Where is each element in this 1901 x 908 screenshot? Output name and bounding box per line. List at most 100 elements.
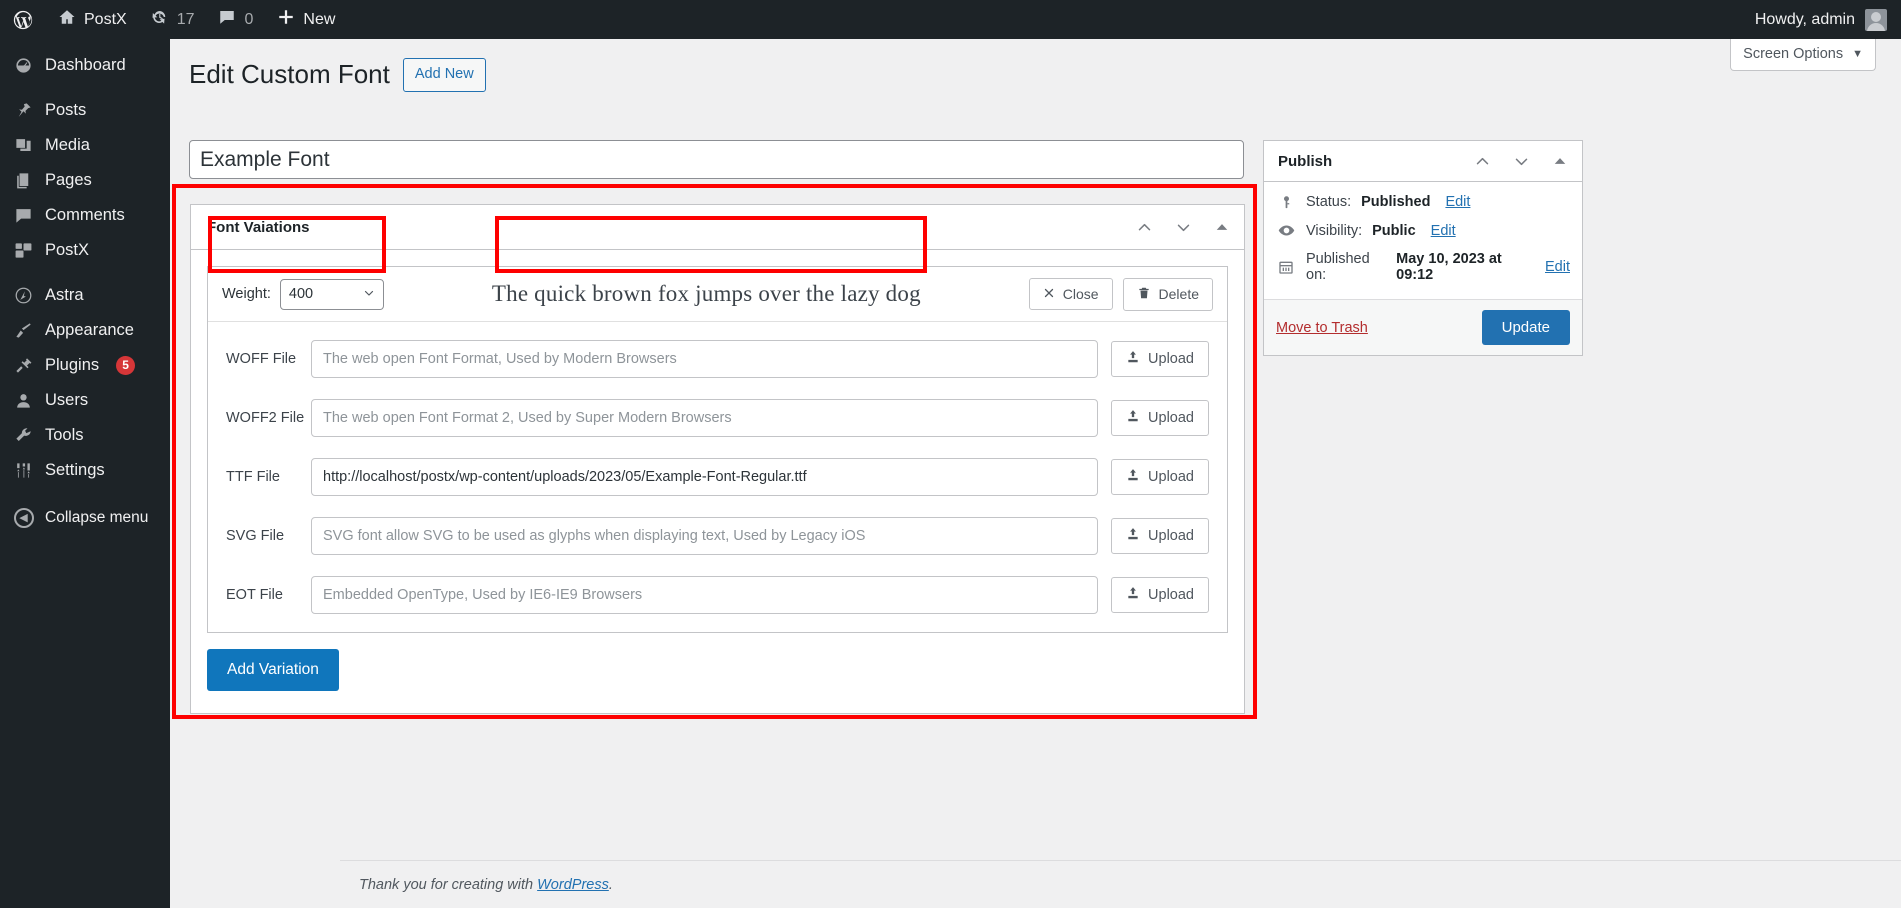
updates-icon: [151, 8, 169, 31]
admin-bar-left: PostX 17 0 New: [0, 0, 347, 39]
toggle-panel-icon[interactable]: [1212, 217, 1232, 237]
howdy-label[interactable]: Howdy, admin: [1755, 11, 1855, 29]
sidebar-item-astra[interactable]: Astra: [0, 278, 170, 313]
woff-file-input[interactable]: The web open Font Format, Used by Modern…: [311, 340, 1099, 378]
upload-ttf-button[interactable]: Upload: [1111, 459, 1209, 495]
comments-menu[interactable]: 0: [206, 0, 265, 39]
weight-control: Weight: 400: [222, 278, 384, 310]
publish-footer: Move to Trash Update: [1264, 299, 1582, 355]
sidebar-item-label: PostX: [45, 241, 90, 259]
sidebar-item-appearance[interactable]: Appearance: [0, 313, 170, 348]
file-placeholder: Embedded OpenType, Used by IE6-IE9 Brows…: [323, 587, 643, 603]
font-variations-metabox: Font Vaiations Weight: 400 The quick bro…: [190, 204, 1245, 714]
sidebar-item-media[interactable]: Media: [0, 128, 170, 163]
file-label: TTF File: [226, 469, 280, 485]
pin-icon: [13, 101, 34, 121]
edit-date-link[interactable]: Edit: [1545, 259, 1570, 275]
file-row-eot: EOT File Embedded OpenType, Used by IE6-…: [226, 576, 1209, 614]
publish-metabox: Publish Status: Published Edit Visibilit…: [1263, 140, 1583, 356]
close-variation-button[interactable]: Close: [1028, 278, 1113, 310]
sidebar-item-dashboard[interactable]: Dashboard: [0, 48, 170, 83]
sidebar-collapse-menu[interactable]: ◀ Collapse menu: [0, 500, 170, 535]
weight-select[interactable]: 400: [279, 278, 384, 310]
edit-status-link[interactable]: Edit: [1445, 194, 1470, 210]
upload-woff2-button[interactable]: Upload: [1111, 400, 1209, 436]
upload-label: Upload: [1148, 528, 1194, 544]
upload-label: Upload: [1148, 469, 1194, 485]
eot-file-input[interactable]: Embedded OpenType, Used by IE6-IE9 Brows…: [311, 576, 1099, 614]
font-variation-item: Weight: 400 The quick brown fox jumps ov…: [207, 266, 1228, 633]
add-variation-button[interactable]: Add Variation: [207, 649, 339, 691]
file-label: SVG File: [226, 528, 285, 544]
upload-woff-button[interactable]: Upload: [1111, 341, 1209, 377]
plugins-update-badge: 5: [116, 356, 136, 375]
move-down-icon[interactable]: [1511, 151, 1531, 171]
upload-icon: [1126, 586, 1140, 604]
sidebar-item-label: Comments: [45, 206, 125, 224]
sidebar-item-label: Astra: [45, 286, 84, 304]
upload-label: Upload: [1148, 587, 1194, 603]
home-icon: [58, 8, 76, 31]
sidebar-item-settings[interactable]: Settings: [0, 453, 170, 488]
sidebar-item-users[interactable]: Users: [0, 383, 170, 418]
chevron-down-icon: [363, 287, 375, 302]
update-button[interactable]: Update: [1481, 310, 1570, 345]
sidebar-item-plugins[interactable]: Plugins 5: [0, 348, 170, 383]
sidebar-item-pages[interactable]: Pages: [0, 163, 170, 198]
site-name-menu[interactable]: PostX: [46, 0, 139, 39]
published-label: Published on:: [1306, 251, 1370, 283]
updates-menu[interactable]: 17: [139, 0, 207, 39]
file-row-svg: SVG File SVG font allow SVG to be used a…: [226, 517, 1209, 555]
page-header: Edit Custom Font Add New: [189, 58, 486, 92]
metabox-header: Font Vaiations: [191, 205, 1244, 250]
edit-visibility-link[interactable]: Edit: [1431, 223, 1456, 239]
sidebar-item-posts[interactable]: Posts: [0, 93, 170, 128]
wordpress-link[interactable]: WordPress: [537, 877, 609, 893]
sidebar-item-label: Plugins: [45, 356, 100, 374]
new-content-menu[interactable]: New: [265, 0, 347, 39]
move-up-icon[interactable]: [1472, 151, 1492, 171]
avatar[interactable]: [1865, 8, 1887, 31]
visibility-label: Visibility:: [1306, 222, 1363, 239]
close-x-icon: [1043, 286, 1055, 302]
woff2-file-input[interactable]: The web open Font Format 2, Used by Supe…: [311, 399, 1099, 437]
published-value: May 10, 2023 at 09:12: [1396, 251, 1502, 283]
upload-eot-button[interactable]: Upload: [1111, 577, 1209, 613]
delete-variation-button[interactable]: Delete: [1122, 277, 1213, 311]
variation-header: Weight: 400 The quick brown fox jumps ov…: [208, 267, 1227, 322]
key-icon: [1276, 195, 1296, 210]
page-title: Edit Custom Font: [189, 59, 390, 89]
upload-svg-button[interactable]: Upload: [1111, 518, 1209, 554]
screen-options-toggle[interactable]: Screen Options ▼: [1730, 39, 1876, 71]
sidebar-item-comments[interactable]: Comments: [0, 198, 170, 233]
move-up-icon[interactable]: [1134, 217, 1154, 237]
wordpress-logo-menu[interactable]: [0, 0, 46, 39]
upload-label: Upload: [1148, 410, 1194, 426]
file-label: WOFF File: [226, 351, 297, 367]
publish-body: Status: Published Edit Visibility: Publi…: [1264, 182, 1582, 299]
move-to-trash-link[interactable]: Move to Trash: [1276, 320, 1368, 336]
comment-bubble-icon: [218, 8, 236, 31]
add-new-button[interactable]: Add New: [402, 58, 486, 92]
metabox-body: Weight: 400 The quick brown fox jumps ov…: [191, 250, 1244, 713]
media-icon: [13, 136, 34, 156]
sidebar-item-label: Dashboard: [45, 56, 126, 74]
sidebar-item-label: Users: [45, 391, 89, 409]
sidebar-item-tools[interactable]: Tools: [0, 418, 170, 453]
calendar-icon: [1276, 259, 1296, 275]
wrench-icon: [13, 426, 34, 446]
font-title-value: Example Font: [200, 147, 330, 171]
settings-icon: [13, 461, 34, 481]
footer-thanks-prefix: Thank you for creating with: [359, 876, 538, 893]
svg-file-input[interactable]: SVG font allow SVG to be used as glyphs …: [311, 517, 1099, 555]
ttf-file-input[interactable]: http://localhost/postx/wp-content/upload…: [311, 458, 1099, 496]
upload-icon: [1126, 350, 1140, 368]
chevron-down-icon: ▼: [1852, 48, 1863, 60]
font-title-input[interactable]: Example Font: [189, 140, 1244, 179]
sidebar-item-postx[interactable]: PostX: [0, 233, 170, 268]
file-label: WOFF2 File: [226, 410, 305, 426]
file-row-ttf: TTF File http://localhost/postx/wp-conte…: [226, 458, 1209, 496]
weight-label: Weight:: [222, 286, 271, 302]
move-down-icon[interactable]: [1173, 217, 1193, 237]
toggle-panel-icon[interactable]: [1550, 151, 1570, 171]
